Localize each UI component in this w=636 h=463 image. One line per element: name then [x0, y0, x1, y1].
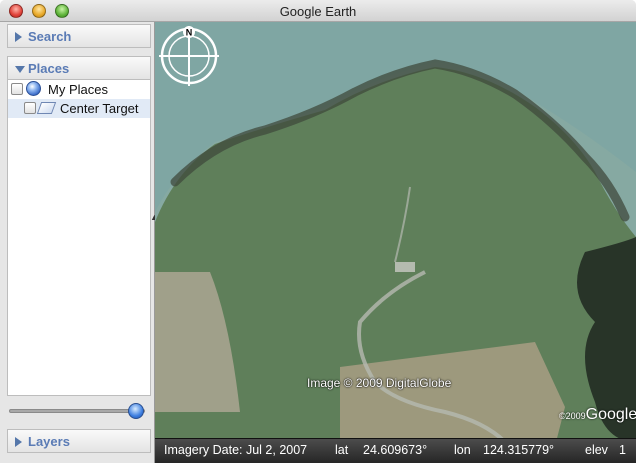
tree-item-label: My Places	[48, 82, 108, 97]
tree-item-center-target[interactable]: Center Target	[8, 99, 150, 118]
navigation-compass-icon[interactable]: N	[155, 22, 223, 90]
title-bar[interactable]: Google Earth	[0, 0, 636, 22]
logo-prefix: ©2009	[559, 411, 586, 421]
lon-value: 124.315779°	[483, 443, 555, 457]
tree-item-my-places[interactable]: My Places	[8, 80, 150, 99]
lon-label: lon	[454, 443, 471, 457]
imagery-copyright: Image © 2009 DigitalGlobe	[307, 376, 452, 390]
lat-value: 24.609673°	[363, 443, 428, 457]
elev-label: elev	[585, 443, 608, 457]
places-panel-header[interactable]: Places	[7, 56, 151, 80]
places-panel-label: Places	[28, 61, 70, 76]
status-bar: Imagery Date: Jul 2, 2007 lat 24.609673°…	[155, 438, 636, 463]
search-panel-header[interactable]: Search	[7, 24, 151, 48]
elev-value: 1	[619, 443, 626, 457]
places-tree: My Places Center Target	[7, 80, 151, 396]
imagery-date: Imagery Date: Jul 2, 2007	[164, 443, 308, 457]
sidebar: Search Places My Places Center Target La…	[0, 22, 155, 463]
disclosure-triangle-icon	[15, 66, 25, 73]
compass-north-label: N	[186, 28, 193, 38]
window-title: Google Earth	[279, 4, 357, 19]
slider-track	[9, 409, 145, 413]
slider-knob[interactable]	[128, 403, 144, 419]
search-panel-label: Search	[28, 29, 72, 44]
disclosure-triangle-icon	[15, 437, 22, 447]
my-places-checkbox[interactable]	[11, 83, 23, 95]
google-earth-window: Google Earth Search Places My Places Cen…	[0, 0, 636, 463]
google-logo: ©2009Google	[559, 406, 636, 424]
layers-panel-label: Layers	[28, 434, 70, 449]
lat-label: lat	[335, 443, 349, 457]
globe-icon	[26, 81, 41, 96]
disclosure-triangle-icon	[15, 32, 22, 42]
layers-panel-header[interactable]: Layers	[7, 429, 151, 453]
center-target-checkbox[interactable]	[24, 102, 36, 114]
opacity-slider[interactable]	[7, 400, 151, 420]
tree-item-label: Center Target	[60, 101, 139, 116]
placemark-folder-icon	[36, 102, 57, 114]
logo-text: Google	[585, 406, 636, 423]
earth-map-view[interactable]: N Image © 2009 DigitalGlobe ©2009Google	[155, 22, 636, 446]
